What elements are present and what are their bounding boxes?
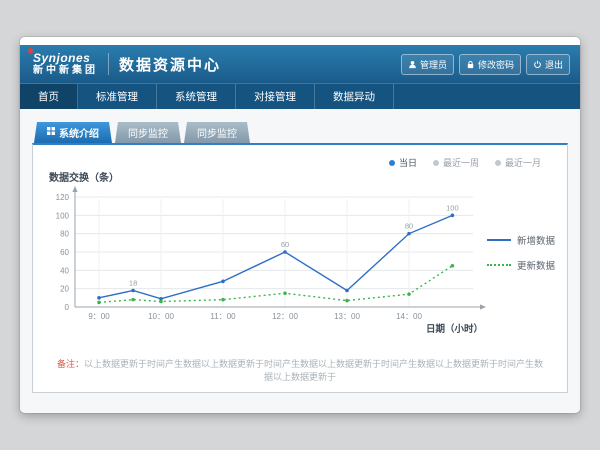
legend-dot-gray: [433, 160, 439, 166]
admin-button[interactable]: 管理员: [401, 54, 454, 75]
tab-label: 同步监控: [197, 125, 237, 140]
svg-text:11：00: 11：00: [210, 312, 236, 321]
tab-bar: 系统介绍 同步监控 同步监控: [32, 122, 568, 143]
nav-item-standard-mgmt[interactable]: 标准管理: [78, 84, 157, 109]
logo: ✱ Synjones 新中新集团: [30, 52, 98, 76]
nav-item-home[interactable]: 首页: [20, 84, 78, 109]
legend-new-data[interactable]: 新增数据: [487, 233, 555, 247]
period-legend: 当日 最近一周 最近一月: [389, 156, 541, 169]
svg-text:60: 60: [60, 248, 69, 257]
nav-item-system-mgmt[interactable]: 系统管理: [157, 84, 236, 109]
legend-dot-blue: [389, 160, 395, 166]
legend-updated-data[interactable]: 更新数据: [487, 258, 555, 272]
app-header: ✱ Synjones 新中新集团 数据资源中心 管理员: [20, 45, 580, 83]
window-top-strip: [20, 37, 580, 45]
tab-system-intro[interactable]: 系统介绍: [34, 122, 112, 143]
svg-text:9：00: 9：00: [88, 312, 110, 321]
footnote-text: 以上数据更新于时间产生数据以上数据更新于时间产生数据以上数据更新于时间产生数据以…: [84, 359, 543, 382]
tab-sync-monitor-2[interactable]: 同步监控: [184, 122, 250, 143]
lock-icon: [466, 60, 475, 69]
grid-icon: [47, 127, 55, 138]
chart-panel: 当日 最近一周 最近一月 数据交换（条） 0 20 40 60 80 100 120 9：00…: [32, 143, 568, 393]
svg-text:80: 80: [60, 230, 69, 239]
svg-text:14：00: 14：00: [396, 312, 422, 321]
logout-button-label: 退出: [545, 58, 563, 71]
page-title: 数据资源中心: [119, 54, 221, 75]
dotted-line-icon: [487, 264, 511, 266]
legend-last-week-label: 最近一周: [443, 156, 479, 169]
main-nav: 首页 标准管理 系统管理 对接管理 数据异动: [20, 83, 580, 109]
header-divider: [108, 53, 109, 75]
svg-text:12：00: 12：00: [272, 312, 298, 321]
svg-text:60: 60: [281, 240, 289, 249]
svg-text:13：00: 13：00: [334, 312, 360, 321]
logo-mark-icon: ✱: [27, 47, 35, 56]
power-icon: [533, 60, 542, 69]
legend-new-data-label: 新增数据: [517, 233, 555, 247]
legend-last-week[interactable]: 最近一周: [433, 156, 479, 169]
admin-button-label: 管理员: [420, 58, 447, 71]
user-actions: 管理员 修改密码 退出: [401, 54, 570, 75]
nav-item-connection-mgmt[interactable]: 对接管理: [236, 84, 315, 109]
svg-text:100: 100: [56, 211, 70, 220]
tab-label: 同步监控: [128, 125, 168, 140]
legend-last-month[interactable]: 最近一月: [495, 156, 541, 169]
svg-text:100: 100: [446, 203, 459, 212]
svg-text:10：00: 10：00: [148, 312, 174, 321]
footnote: 备注：以上数据更新于时间产生数据以上数据更新于时间产生数据以上数据更新于时间产生…: [33, 357, 567, 383]
logo-text-cn: 新中新集团: [33, 66, 98, 76]
svg-text:80: 80: [405, 222, 413, 231]
content-area: 系统介绍 同步监控 同步监控 当日 最近一周: [20, 109, 580, 413]
change-password-button-label: 修改密码: [478, 58, 514, 71]
svg-text:日期（小时）: 日期（小时）: [426, 323, 483, 335]
legend-updated-data-label: 更新数据: [517, 258, 555, 272]
legend-last-month-label: 最近一月: [505, 156, 541, 169]
legend-today[interactable]: 当日: [389, 156, 417, 169]
svg-text:0: 0: [65, 303, 70, 312]
footnote-label: 备注：: [57, 359, 84, 369]
brand: ✱ Synjones 新中新集团 数据资源中心: [30, 52, 221, 76]
screenshot-background: ✱ Synjones 新中新集团 数据资源中心 管理员: [0, 0, 600, 450]
logout-button[interactable]: 退出: [526, 54, 570, 75]
series-legend: 新增数据 更新数据: [487, 233, 555, 272]
user-icon: [408, 60, 417, 69]
y-axis-title: 数据交换（条）: [49, 169, 119, 184]
change-password-button[interactable]: 修改密码: [459, 54, 521, 75]
legend-dot-gray: [495, 160, 501, 166]
svg-text:18: 18: [129, 279, 137, 288]
app-window: ✱ Synjones 新中新集团 数据资源中心 管理员: [20, 37, 580, 413]
logo-text-en: Synjones: [33, 52, 98, 64]
tab-label: 系统介绍: [59, 125, 99, 140]
legend-today-label: 当日: [399, 156, 417, 169]
svg-text:120: 120: [56, 193, 70, 202]
svg-text:40: 40: [60, 266, 69, 275]
solid-line-icon: [487, 239, 511, 241]
line-chart: 0 20 40 60 80 100 120 9：00 10：00 11：00 12：00 13：00 1…: [41, 185, 501, 337]
tab-sync-monitor-1[interactable]: 同步监控: [115, 122, 181, 143]
svg-text:20: 20: [60, 285, 69, 294]
nav-item-data-change[interactable]: 数据异动: [315, 84, 394, 109]
